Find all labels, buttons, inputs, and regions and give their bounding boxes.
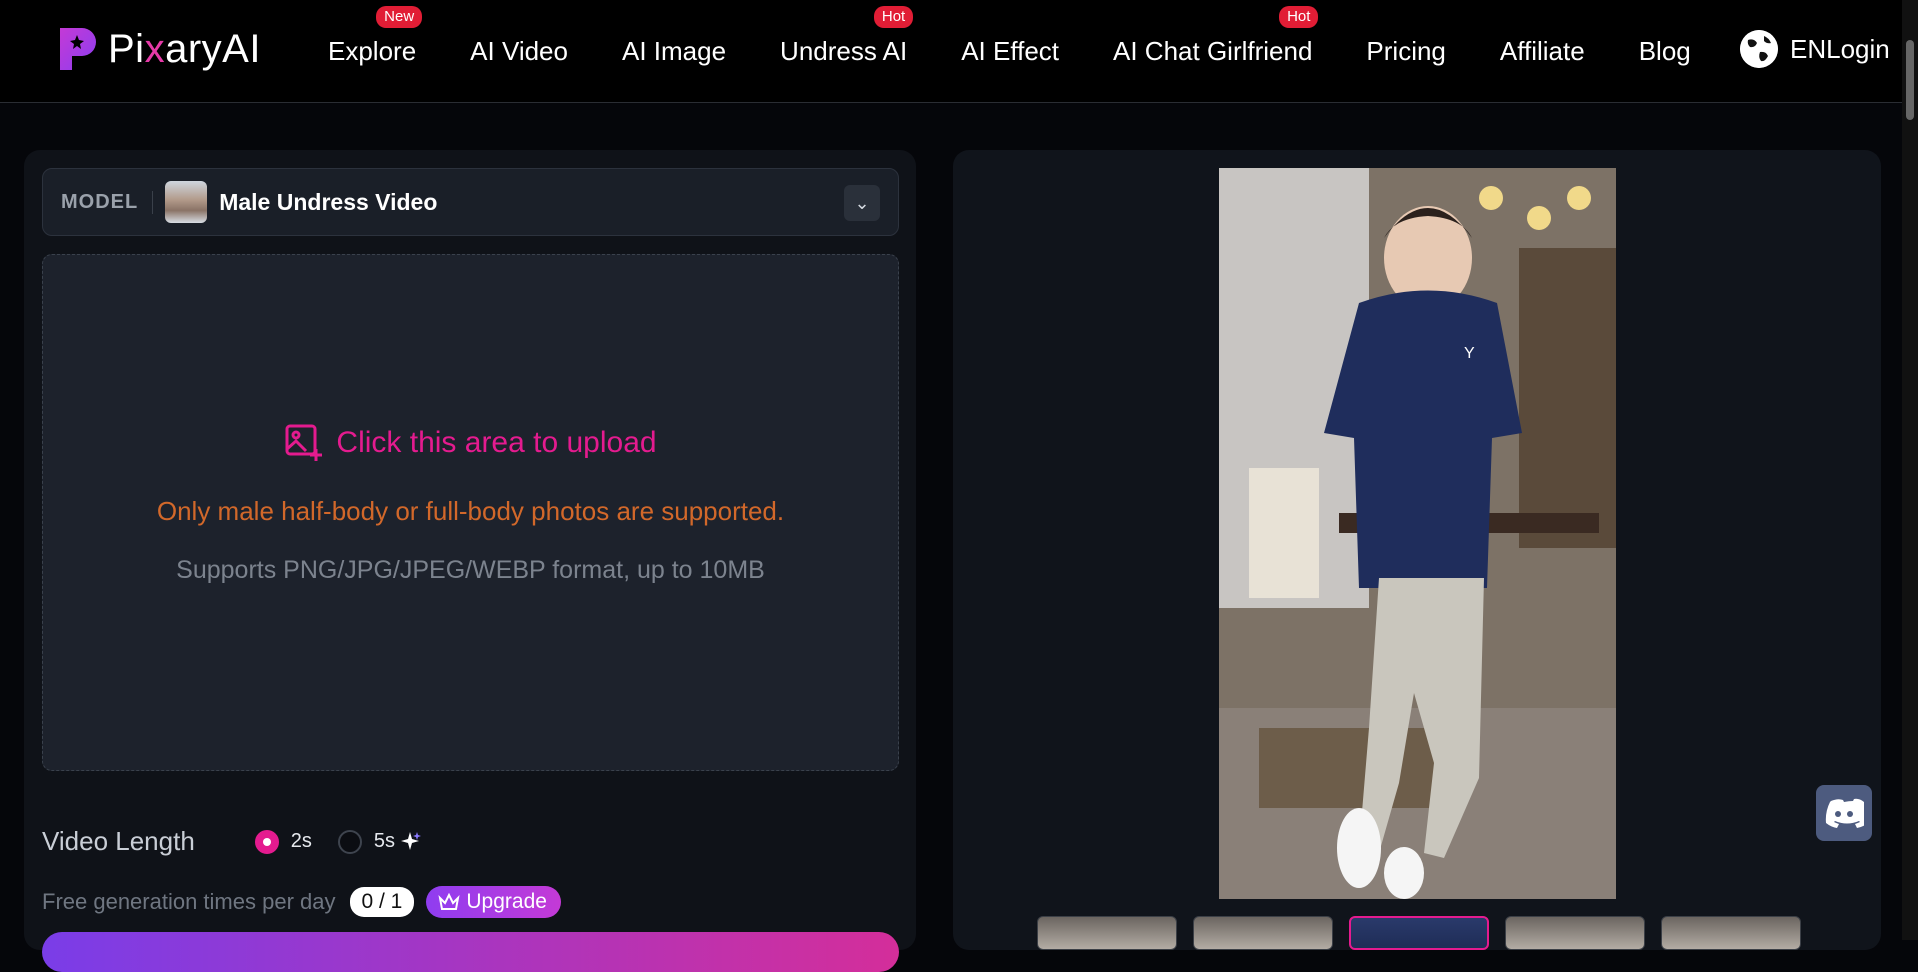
sparkle-icon (401, 831, 422, 850)
brand-logo[interactable]: PixaryAI (58, 26, 261, 72)
preview-panel: Y (953, 150, 1881, 950)
upload-restriction-note: Only male half-body or full-body photos … (156, 496, 785, 526)
login-link[interactable]: Login (1826, 34, 1890, 65)
scrollbar-thumb[interactable] (1906, 40, 1914, 120)
top-navigation-bar: PixaryAI Explore New AI Video AI Image Un… (0, 0, 1918, 103)
upgrade-button[interactable]: Upgrade (426, 886, 561, 918)
language-selector[interactable]: EN (1790, 34, 1826, 65)
brand-name: PixaryAI (108, 26, 261, 71)
model-thumbnail (165, 181, 208, 223)
video-length-row: Video Length 2s 5s (42, 826, 422, 857)
nav-explore[interactable]: Explore New (328, 6, 423, 67)
nav-ai-video[interactable]: AI Video (470, 36, 568, 67)
nav-ai-chat-girlfriend[interactable]: AI Chat Girlfriend Hot (1113, 6, 1319, 67)
radio-5s[interactable] (337, 829, 362, 854)
crown-icon (438, 893, 460, 910)
nav-ai-effect[interactable]: AI Effect (961, 36, 1059, 67)
model-name: Male Undress Video (219, 188, 438, 215)
discord-icon[interactable] (1816, 785, 1872, 841)
sample-thumbnail[interactable] (1193, 916, 1333, 950)
free-generation-label: Free generation times per day (42, 889, 336, 914)
nav-ai-image[interactable]: AI Image (622, 36, 726, 67)
add-image-icon (285, 424, 323, 461)
hot-badge: Hot (873, 6, 914, 28)
hot-badge: Hot (1279, 6, 1319, 28)
model-label: MODEL (61, 190, 154, 214)
nav-pricing[interactable]: Pricing (1366, 36, 1445, 67)
main-nav: Explore New AI Video AI Image Undress AI H… (328, 0, 1745, 103)
generate-button[interactable] (42, 932, 899, 972)
radio-2s-label[interactable]: 2s (291, 830, 312, 853)
upload-heading: Click this area to upload (43, 423, 898, 463)
language-login-group: EN Login (1740, 30, 1890, 68)
nav-blog[interactable]: Blog (1639, 36, 1691, 67)
new-badge: New (376, 6, 423, 28)
globe-icon[interactable] (1740, 30, 1778, 68)
logo-icon (60, 28, 96, 70)
radio-2s[interactable] (254, 829, 279, 854)
upload-title: Click this area to upload (336, 426, 657, 459)
sample-thumbnail[interactable] (1661, 916, 1801, 950)
free-generation-row: Free generation times per day 0 / 1 Upgr… (42, 886, 561, 918)
sample-thumbnail[interactable] (1037, 916, 1177, 950)
upload-dropzone[interactable]: Click this area to upload Only male half… (42, 254, 899, 771)
model-selector[interactable]: MODEL Male Undress Video ⌄ (42, 168, 899, 236)
sample-thumbnail[interactable] (1505, 916, 1645, 950)
video-length-title: Video Length (42, 826, 195, 856)
sample-thumbnail-active[interactable] (1349, 916, 1489, 950)
chevron-down-icon[interactable]: ⌄ (844, 185, 880, 221)
upload-format-hint: Supports PNG/JPG/JPEG/WEBP format, up to… (176, 556, 765, 584)
sample-preview-image: Y (1219, 168, 1616, 899)
radio-5s-label[interactable]: 5s (374, 830, 395, 853)
generator-panel: MODEL Male Undress Video ⌄ Click this ar… (24, 150, 916, 972)
page-scrollbar[interactable] (1902, 0, 1918, 940)
sample-thumbnails (1037, 916, 1801, 950)
nav-affiliate[interactable]: Affiliate (1500, 36, 1585, 67)
svg-text:Y: Y (1464, 345, 1475, 362)
nav-undress-ai[interactable]: Undress AI Hot (780, 6, 914, 67)
generation-count-badge: 0 / 1 (349, 887, 415, 917)
